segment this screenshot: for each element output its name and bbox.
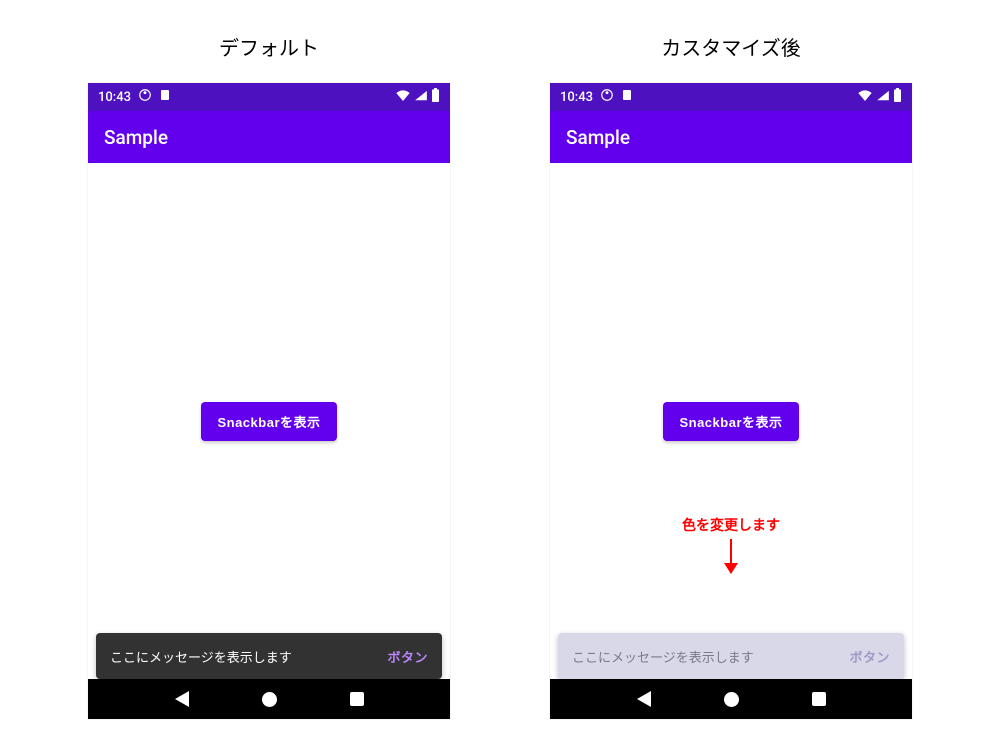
nav-back-icon[interactable] (637, 691, 651, 707)
wifi-icon (857, 89, 873, 105)
status-time: 10:43 (560, 90, 593, 105)
custom-panel: カスタマイズ後 10:43 (550, 32, 912, 748)
snackbar-container: ここにメッセージを表示します ボタン (96, 633, 442, 679)
content-area: Snackbarを表示 (88, 163, 450, 679)
nav-recent-icon[interactable] (350, 692, 364, 706)
arrow-down-icon (730, 539, 732, 573)
nav-home-icon[interactable] (262, 692, 277, 707)
status-bar: 10:43 (88, 83, 450, 111)
status-left: 10:43 (98, 88, 171, 106)
show-snackbar-button[interactable]: Snackbarを表示 (663, 402, 798, 441)
phone-custom: 10:43 Sample (550, 83, 912, 719)
snackbar-action-button[interactable]: ボタン (387, 647, 428, 666)
snackbar-message: ここにメッセージを表示します (572, 647, 754, 666)
status-right (395, 88, 440, 106)
card-icon (621, 88, 633, 106)
wifi-icon (395, 89, 411, 105)
debug-icon (600, 88, 614, 106)
nav-back-icon[interactable] (175, 691, 189, 707)
snackbar-action-button[interactable]: ボタン (849, 647, 890, 666)
nav-recent-icon[interactable] (812, 692, 826, 706)
nav-home-icon[interactable] (724, 692, 739, 707)
annotation-text: 色を変更します (682, 515, 780, 535)
status-time: 10:43 (98, 90, 131, 105)
battery-icon (431, 88, 440, 106)
phone-default: 10:43 Sample (88, 83, 450, 719)
default-panel: デフォルト 10:43 (88, 32, 450, 748)
signal-icon (414, 89, 428, 105)
snackbar-message: ここにメッセージを表示します (110, 647, 292, 666)
panel-title-custom: カスタマイズ後 (661, 32, 800, 61)
app-bar: Sample (88, 111, 450, 163)
show-snackbar-button[interactable]: Snackbarを表示 (201, 402, 336, 441)
signal-icon (876, 89, 890, 105)
card-icon (159, 88, 171, 106)
content-area: Snackbarを表示 色を変更します (550, 163, 912, 679)
nav-bar (550, 679, 912, 719)
snackbar-container: ここにメッセージを表示します ボタン (558, 633, 904, 679)
battery-icon (893, 88, 902, 106)
status-bar: 10:43 (550, 83, 912, 111)
status-right (857, 88, 902, 106)
snackbar-custom: ここにメッセージを表示します ボタン (558, 633, 904, 679)
nav-bar (88, 679, 450, 719)
app-bar: Sample (550, 111, 912, 163)
snackbar-default: ここにメッセージを表示します ボタン (96, 633, 442, 679)
status-left: 10:43 (560, 88, 633, 106)
annotation: 色を変更します (550, 515, 912, 573)
panel-title-default: デフォルト (219, 32, 319, 61)
debug-icon (138, 88, 152, 106)
app-title: Sample (566, 126, 630, 149)
app-title: Sample (104, 126, 168, 149)
